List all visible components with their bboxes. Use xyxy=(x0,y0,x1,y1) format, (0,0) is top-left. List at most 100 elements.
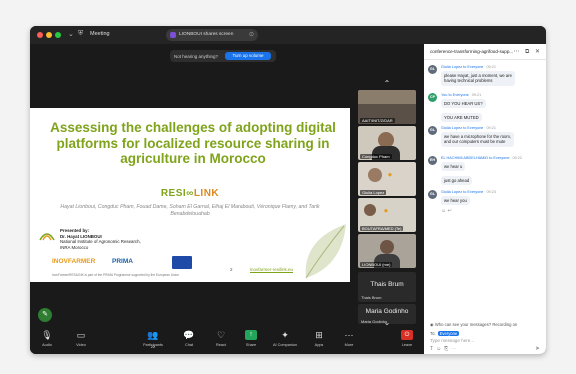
apps-grid-icon: ⊞ xyxy=(315,330,323,340)
participants-button[interactable]: 👥22 Participants xyxy=(138,330,168,349)
heart-icon: ♡ xyxy=(216,330,226,340)
slide-url-link[interactable]: inovfarmer-resilink.eu xyxy=(250,267,293,272)
slide-authors: Hayat Lionboui, Congduc Pham, Fouad Dame… xyxy=(60,204,320,217)
prima-logo: PRIMA xyxy=(112,258,133,265)
who-can-see-messages[interactable]: ◉ Who can see your messages? Recording o… xyxy=(430,322,517,327)
meeting-title: Meeting xyxy=(90,31,110,37)
presented-label: Presented by: xyxy=(60,228,90,233)
slide-title: Assessing the challenges of adopting dig… xyxy=(50,120,336,166)
screen-share-pill[interactable]: LIONBOUI shares screen ⊙ xyxy=(166,29,258,41)
maximize-window-button[interactable] xyxy=(55,32,61,38)
shield-icon[interactable]: ⛨ xyxy=(78,30,83,38)
participant-name: Giulia Lopez xyxy=(360,190,387,195)
resilink-logo: RESI∞LINK xyxy=(30,188,350,199)
inra-logo-icon xyxy=(39,233,55,241)
participant-tile[interactable]: Congduc Pham xyxy=(358,126,416,160)
slide-page-number: 2 xyxy=(230,267,233,272)
message-bubble: we hear u xyxy=(441,162,466,172)
participant-name: Thais Brum xyxy=(361,295,382,300)
message-sender: EL HACHIMI ABDELHAMID to Everyone 09:22 xyxy=(441,156,522,160)
partner-logos: INOVFARMER PRIMA xyxy=(52,256,212,270)
brand-left: RESI xyxy=(160,188,187,199)
message-bubble: just go ahead xyxy=(441,176,473,186)
link-chain-icon: ∞ xyxy=(186,188,194,199)
participant-tile[interactable]: ◆ BOUTAFRA/MED (Te) xyxy=(358,198,416,232)
avatar: GL xyxy=(428,190,437,199)
institute-name: National Institute of Agronomic Research… xyxy=(60,239,141,245)
camera-icon: ▭ xyxy=(76,330,86,340)
participant-name: AAIT/INIT/Z/DAR xyxy=(360,118,395,123)
share-arrow-icon: ↑ xyxy=(245,330,257,340)
message-sender: Giulia Lopez to Everyone 09:23 xyxy=(441,190,496,194)
avatar: CP xyxy=(428,93,437,102)
institute-country: INRA Morocco xyxy=(60,244,89,250)
view-options-icon[interactable]: ⊙ xyxy=(249,31,254,38)
microphone-icon: 🎙 xyxy=(41,330,53,340)
participant-tile[interactable]: ◆ Giulia Lopez xyxy=(358,162,416,196)
meeting-toolbar: 🎙 Audio ▭ Video 👥22 Participants 💬 Chat … xyxy=(30,326,424,354)
close-window-button[interactable] xyxy=(37,32,43,38)
message-bubble: DO YOU HEAR US? xyxy=(441,99,486,109)
chat-panel: conference-transforming-agrifood-supp...… xyxy=(424,44,546,354)
participant-tile[interactable]: LIONBOUI (me) xyxy=(358,234,416,268)
slide-footnote: InovFarmer/RESILINK is part of the PRIMA… xyxy=(52,273,180,277)
more-button[interactable]: ⋯ More xyxy=(334,330,364,347)
recipient-selector[interactable]: To: Everyone xyxy=(430,331,460,336)
add-reaction-icon[interactable]: ☺ ↩ xyxy=(441,208,452,214)
eu-flag-icon xyxy=(172,256,192,269)
avatar: GL xyxy=(428,126,437,135)
edit-pencil-icon[interactable]: ✎ xyxy=(38,308,52,322)
presenter-name: Dr. Hayat LIONBOUI xyxy=(60,233,102,239)
chat-tools[interactable]: T☺⎘⋯ xyxy=(430,346,459,352)
shared-slide: Assessing the challenges of adopting dig… xyxy=(30,108,350,282)
chat-button[interactable]: 💬 Chat xyxy=(174,330,204,347)
message-sender: Giulia Lopez to Everyone 09:21 xyxy=(441,126,496,130)
apps-button[interactable]: ⊞ Apps xyxy=(304,330,334,347)
audio-button[interactable]: 🎙 Audio xyxy=(32,330,62,347)
participant-name: BOUTAFRA/MED (Te) xyxy=(360,226,404,231)
chevron-up-icon[interactable]: ⌃ xyxy=(380,80,394,88)
send-icon[interactable]: ➤ xyxy=(535,345,540,352)
participant-display-name: Thais Brum xyxy=(370,281,404,288)
participant-tile[interactable]: AAIT/INIT/Z/DAR xyxy=(358,90,416,124)
recipient-chip[interactable]: Everyone xyxy=(437,331,460,336)
avatar: EH xyxy=(428,156,437,165)
people-icon: 👥22 xyxy=(147,330,159,349)
emoji-icon[interactable]: ☺ xyxy=(436,346,444,352)
inovfarmer-badge-icon: ◆ xyxy=(388,172,392,178)
ai-companion-button[interactable]: ✦ AI Companion xyxy=(270,330,300,347)
share-pill-label: LIONBOUI shares screen xyxy=(179,32,234,37)
share-screen-icon xyxy=(170,32,176,38)
message-bubble: please Hayat, just a moment, we are havin… xyxy=(441,71,515,86)
video-button[interactable]: ▭ Video xyxy=(66,330,96,347)
more-icon[interactable]: ⋯ xyxy=(451,346,459,352)
avatar: GL xyxy=(428,65,437,74)
eye-icon: ◉ xyxy=(430,322,434,327)
message-bubble: we hear you xyxy=(441,196,470,206)
message-bubble: we have a microphone for the room, and ou… xyxy=(441,132,515,147)
react-button[interactable]: ♡ React xyxy=(206,330,236,347)
audio-notification: Not hearing anything? Turn up volume xyxy=(170,50,276,62)
participants-strip: ⌃ AAIT/INIT/Z/DAR Congduc Pham ◆ Giulia … xyxy=(358,80,416,328)
chat-header: conference-transforming-agrifood-supp...… xyxy=(424,44,546,60)
brand-right: LINK xyxy=(193,188,220,199)
named-participant-tile[interactable]: Thais Brum Thais Brum xyxy=(358,272,416,302)
chevron-down-icon[interactable]: ⌄ xyxy=(68,30,74,38)
more-dots-icon: ⋯ xyxy=(344,330,354,340)
title-bar: ⌄ ⛨ Meeting LIONBOUI shares screen ⊙ xyxy=(30,26,546,44)
message-bubble: YOU ARE MUTED xyxy=(441,113,482,123)
sparkle-icon: ✦ xyxy=(281,330,289,340)
participant-display-name: Maria Godinho xyxy=(365,308,409,315)
leave-button[interactable]: ⏻ Leave xyxy=(392,330,422,347)
share-button[interactable]: ↑ Share xyxy=(236,330,266,347)
leaf-decoration-icon xyxy=(305,224,346,279)
chat-message-input[interactable]: Type message here... xyxy=(430,338,474,343)
turn-up-volume-button[interactable]: Turn up volume xyxy=(225,52,271,60)
meeting-window: ⌄ ⛨ Meeting LIONBOUI shares screen ⊙ Not… xyxy=(30,26,546,354)
notification-text: Not hearing anything? xyxy=(174,53,219,59)
chat-title: conference-transforming-agrifood-supp... xyxy=(430,49,514,54)
message-sender: Giulia Lopez to Everyone 09:21 xyxy=(441,65,496,69)
chat-header-icons[interactable]: ⋯ ⧉ ✕ xyxy=(513,48,542,56)
chat-bubble-icon: 💬 xyxy=(183,330,195,340)
minimize-window-button[interactable] xyxy=(46,32,52,38)
